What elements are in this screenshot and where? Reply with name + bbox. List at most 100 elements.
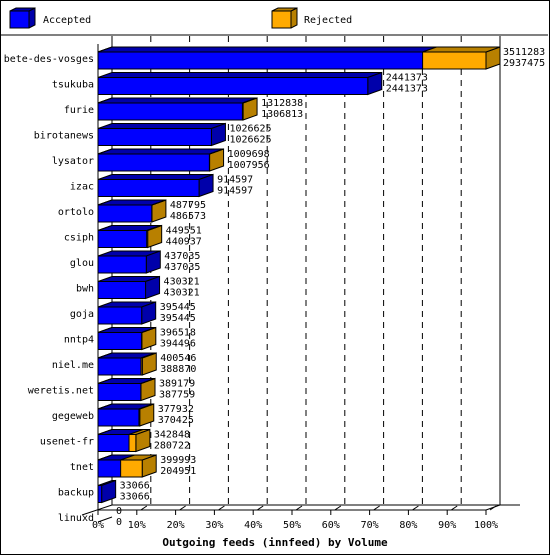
legend: Accepted Rejected [1, 7, 548, 36]
x-tick-depth [373, 505, 380, 511]
bar-accepted-tsukuba-front [97, 77, 369, 95]
bar-accepted-bete-des-vosges-front [97, 51, 424, 70]
bar-accepted-goja [97, 301, 157, 325]
value-label-accepted: 2937475 [503, 58, 545, 69]
legend-item-accepted: Accepted [9, 7, 91, 29]
category-label: linuxd [58, 513, 94, 524]
category-label: goja [70, 309, 94, 320]
bar-accepted-glou [97, 250, 161, 274]
legend-label-accepted: Accepted [43, 15, 91, 26]
category-label: nntp4 [64, 335, 94, 346]
value-label-total: 0 [116, 506, 122, 517]
category-label: tnet [70, 462, 94, 473]
bar-accepted-birotanews [97, 122, 226, 147]
bar-accepted-backup [97, 479, 117, 504]
value-label-total: 430321 [164, 277, 200, 288]
value-label-accepted: 486573 [170, 211, 206, 222]
bar-accepted-goja-front [97, 306, 143, 325]
x-tick-label: 80% [399, 520, 417, 531]
value-label-accepted: 394496 [160, 339, 196, 350]
bar-accepted-top-bete-des-vosges [97, 46, 437, 53]
bar-accepted-usenet-fr-front [97, 434, 130, 452]
value-label-accepted: 437035 [164, 262, 200, 273]
category-label: csiph [64, 233, 94, 244]
value-label-accepted: 280722 [154, 441, 190, 452]
value-label-accepted: 1007956 [228, 160, 270, 171]
bar-accepted-izac-top [97, 174, 214, 180]
x-tick-label: 20% [167, 520, 185, 531]
value-label-accepted: 1306813 [261, 109, 303, 120]
bar-accepted-izac [97, 173, 214, 198]
x-tick-depth [179, 505, 186, 511]
bar-accepted-nntp4-front [97, 332, 143, 350]
value-label-total: 377932 [158, 404, 194, 415]
bar-accepted-glou-front [97, 255, 147, 274]
legend-label-rejected: Rejected [304, 15, 352, 26]
bar-accepted-birotanews-top [97, 123, 226, 129]
bar-accepted-ortolo-front [97, 204, 153, 223]
x-tick-depth [140, 505, 148, 511]
bar-accepted-gegeweb-front [97, 408, 140, 427]
x-tick-label: 10% [128, 520, 146, 531]
category-label: bwh [76, 284, 94, 295]
x-tick-label: 70% [361, 520, 379, 531]
value-label-total: 1312838 [261, 98, 303, 109]
category-labels: bete-des-vosges tsukuba furie birotanews lys… [4, 54, 94, 524]
x-tick-label: 40% [244, 520, 262, 531]
value-label-total: 487795 [170, 200, 206, 211]
rejected-swatch-icon [271, 10, 292, 29]
x-tick-depth [412, 505, 419, 511]
category-label: weretis.net [28, 386, 94, 397]
category-label: lysator [52, 156, 94, 167]
x-tick-depth [450, 505, 458, 511]
value-label-total: 400546 [160, 353, 196, 364]
value-label-accepted: 395445 [160, 313, 196, 324]
value-label-accepted: 387759 [159, 390, 195, 401]
value-label-total: 1026625 [229, 124, 271, 135]
x-tick-depth [334, 505, 342, 511]
bar-accepted-birotanews-front [97, 128, 212, 146]
bar-accepted-top-furie [97, 97, 257, 104]
value-label-total: 342848 [154, 430, 190, 441]
x-tick-label: 60% [322, 520, 340, 531]
bar-accepted-izac-front [97, 179, 200, 197]
bar-accepted-tsukuba [97, 71, 383, 96]
x-tick-label: 90% [438, 520, 456, 531]
bar-accepted-tnet-front [97, 459, 122, 478]
value-label-total: 2441373 [386, 73, 428, 84]
value-label-accepted: 204951 [160, 466, 196, 477]
category-label: backup [58, 488, 94, 499]
bar-accepted-furie-front [97, 102, 243, 121]
value-label-accepted: 388870 [160, 364, 196, 375]
value-label-total: 1009698 [228, 149, 270, 160]
category-label: glou [70, 258, 94, 269]
bar-accepted-niel.me-front [97, 357, 142, 376]
x-tick-depth [256, 505, 264, 511]
x-axis-title: Outgoing feeds (innfeed) by Volume [162, 536, 388, 549]
value-label-total: 3511283 [503, 47, 545, 58]
category-label: ortolo [58, 207, 94, 218]
category-label: usenet-fr [40, 437, 94, 448]
value-label-total: 914597 [217, 175, 253, 186]
value-label-accepted: 440937 [166, 237, 202, 248]
value-label-total: 396518 [160, 328, 196, 339]
bar-accepted-weretis.net-front [97, 383, 142, 401]
bar-accepted-bwh-front [97, 281, 147, 299]
category-label: niel.me [52, 360, 94, 371]
value-label-total: 395445 [160, 302, 196, 313]
value-label-accepted: 2441373 [386, 84, 428, 95]
bar-accepted-backup-front [97, 485, 103, 503]
category-label: birotanews [34, 131, 94, 142]
legend-item-rejected: Rejected [271, 7, 352, 29]
category-label: gegeweb [52, 411, 94, 422]
bar-accepted-tsukuba-top [97, 72, 382, 78]
value-label-accepted: 33066 [120, 492, 150, 503]
value-label-accepted: 370425 [158, 415, 194, 426]
value-label-total: 389179 [159, 379, 195, 390]
value-label-total: 449551 [166, 226, 202, 237]
category-label: bete-des-vosges [4, 54, 94, 65]
bar-accepted-bwh [97, 275, 161, 300]
accepted-swatch-icon [9, 10, 30, 29]
x-tick-label: 50% [283, 520, 301, 531]
bar-accepted-lysator-front [97, 153, 210, 172]
